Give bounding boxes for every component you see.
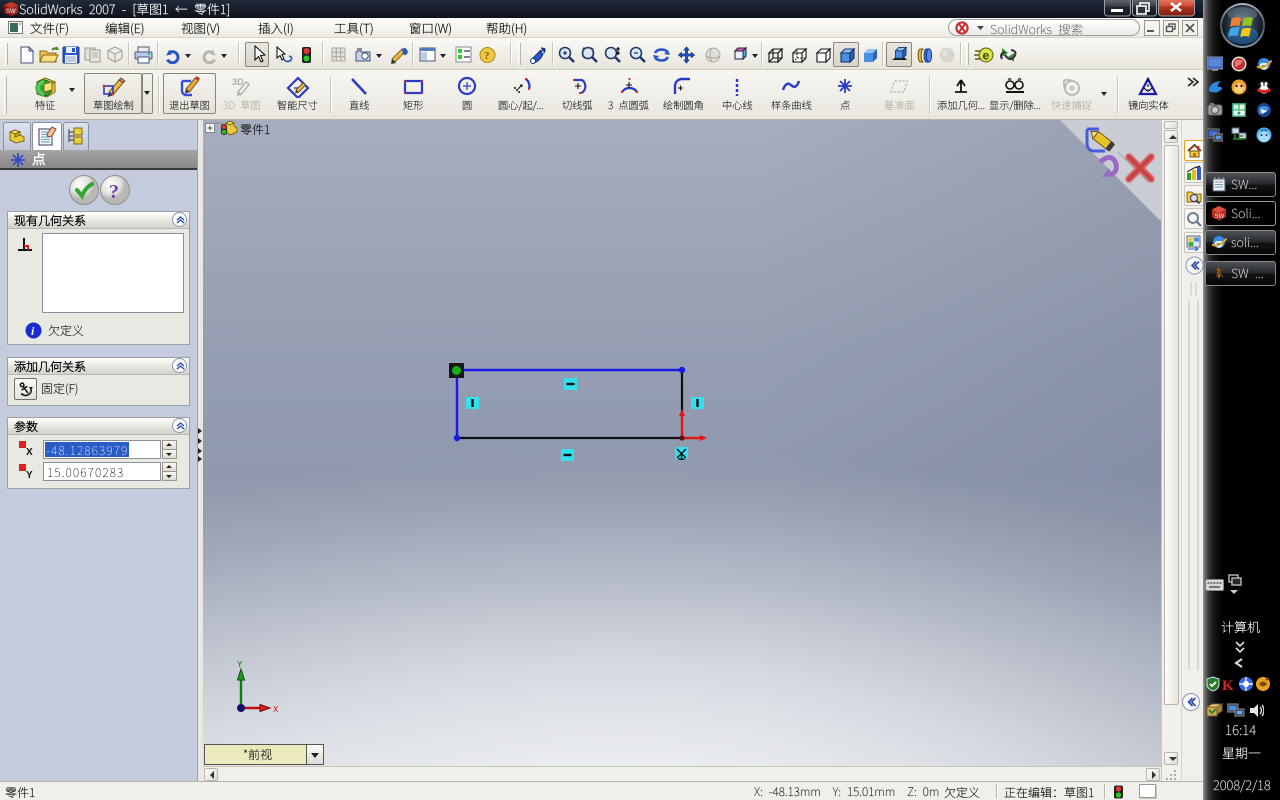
svg-text:?: ? [484,50,490,62]
svg-text:3D: 3D [232,77,244,87]
svg-text:Y: Y [26,470,33,478]
svg-text:SW: SW [6,9,16,15]
svg-text:X: X [26,447,33,455]
svg-text:SW: SW [1215,214,1225,220]
svg-text:Y: Y [237,660,243,670]
svg-text:?: ? [109,181,119,203]
svg-text:X: X [273,705,279,715]
svg-text:K: K [1222,678,1234,692]
svg-text:e: e [983,49,990,63]
